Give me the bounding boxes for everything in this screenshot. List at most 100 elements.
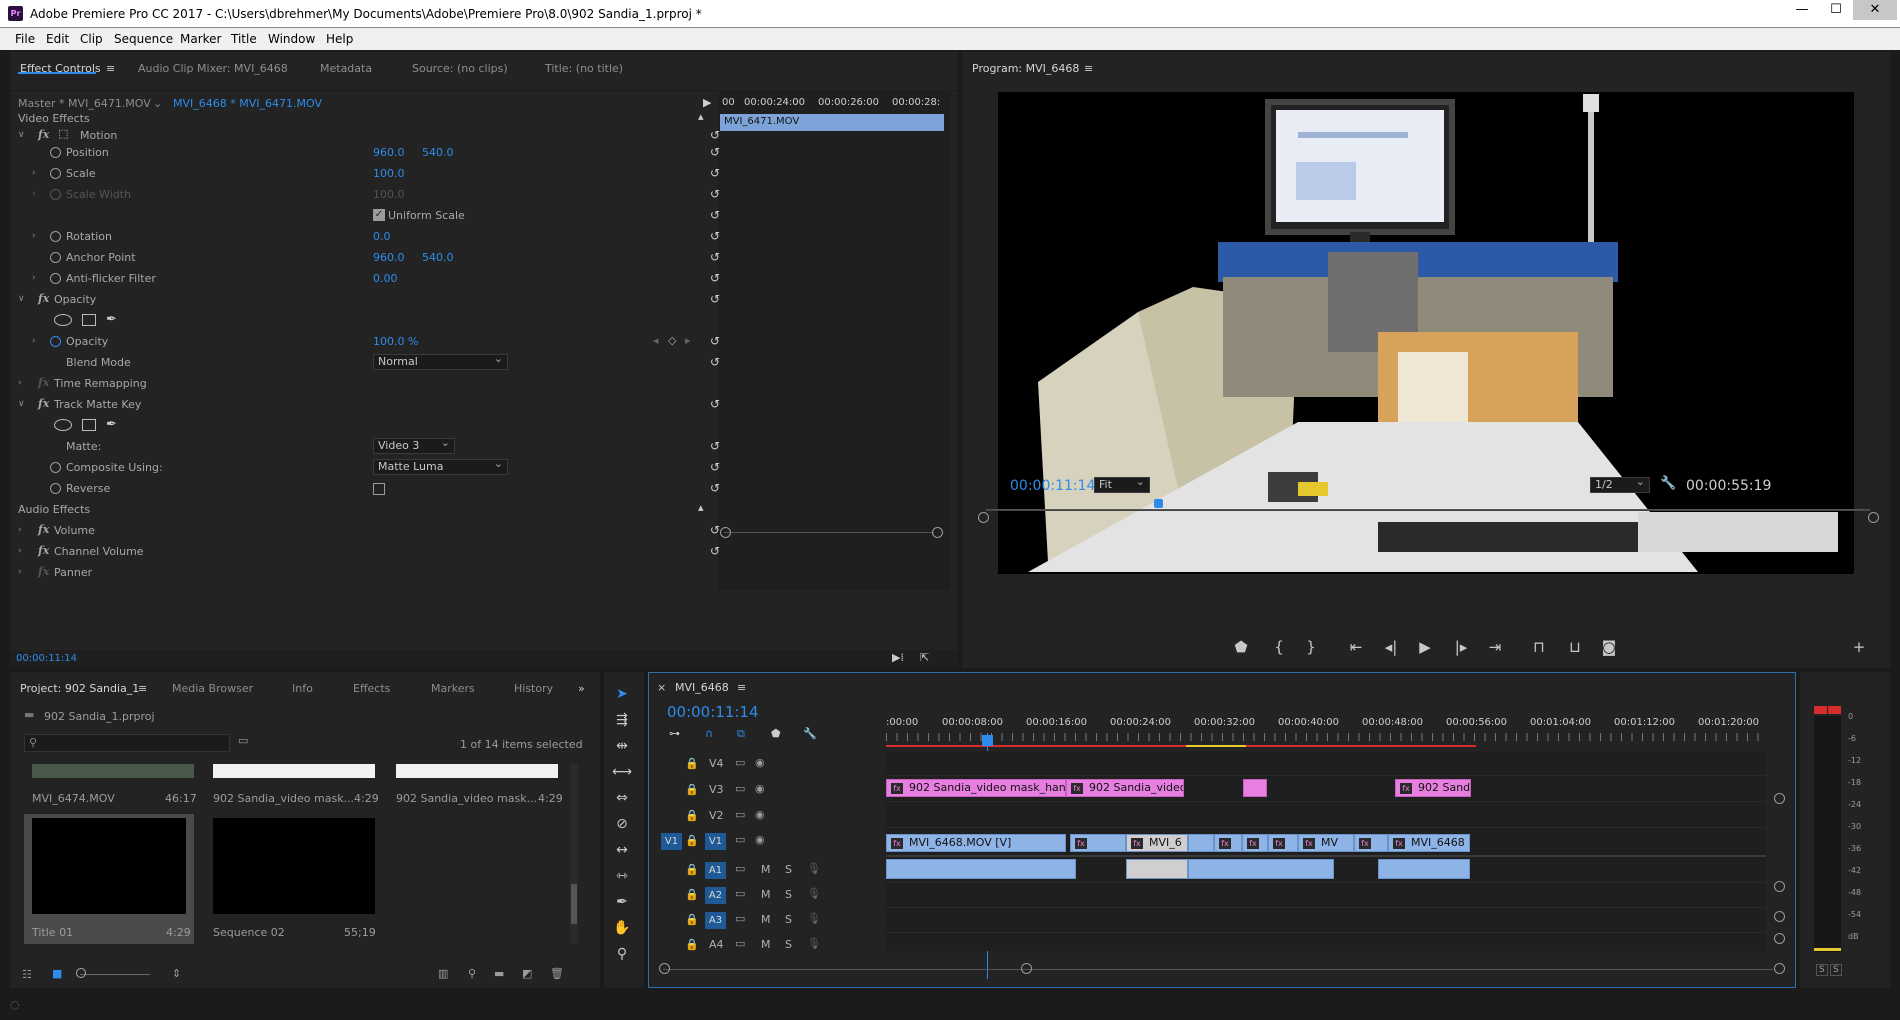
expand-triangle-icon[interactable]: › bbox=[32, 231, 36, 241]
zoom-handle-left[interactable] bbox=[659, 963, 670, 974]
item-name[interactable]: Sequence 02 bbox=[213, 926, 285, 939]
mute-button[interactable]: M bbox=[761, 888, 771, 901]
clip-v1[interactable]: fx MVI_6468 bbox=[1388, 834, 1470, 852]
rolling-edit-tool-icon[interactable]: ⟷ bbox=[612, 764, 632, 780]
project-search-input[interactable]: ⚲ bbox=[24, 734, 230, 752]
menu-marker[interactable]: Marker bbox=[180, 32, 221, 46]
reset-icon[interactable]: ↺ bbox=[710, 146, 723, 158]
menu-help[interactable]: Help bbox=[326, 32, 353, 46]
ripple-edit-tool-icon[interactable]: ⇹ bbox=[612, 738, 632, 754]
tab-media-browser[interactable]: Media Browser bbox=[172, 682, 253, 695]
lock-icon[interactable]: 🔒 bbox=[685, 834, 699, 847]
zoom-handle-end[interactable] bbox=[1774, 963, 1785, 974]
scale-value[interactable]: 100.0 bbox=[373, 167, 405, 180]
thumbnail[interactable] bbox=[213, 818, 375, 914]
ellipse-mask-icon[interactable] bbox=[54, 419, 72, 431]
add-marker-icon[interactable]: ⬟ bbox=[1230, 638, 1252, 656]
rectangle-mask-icon[interactable] bbox=[82, 419, 96, 431]
insert-overwrite-icon[interactable]: ⊶ bbox=[669, 727, 680, 740]
zoom-handle-left[interactable] bbox=[978, 512, 989, 523]
microphone-icon[interactable]: 🎙 bbox=[807, 887, 821, 900]
previous-keyframe-icon[interactable]: ◂ bbox=[653, 334, 659, 347]
play-icon[interactable]: ▶ bbox=[1414, 638, 1436, 656]
trash-icon[interactable]: 🗑 bbox=[550, 967, 564, 980]
chevron-down-icon[interactable]: ⌄ bbox=[153, 97, 162, 110]
close-sequence-icon[interactable]: × bbox=[657, 681, 666, 694]
timeline-ruler[interactable]: :00:00 00:00:08:00 00:00:16:00 00:00:24:… bbox=[886, 709, 1786, 749]
reset-icon[interactable]: ↺ bbox=[710, 356, 723, 368]
menu-sequence[interactable]: Sequence bbox=[114, 32, 173, 46]
reverse-checkbox[interactable] bbox=[373, 483, 385, 495]
sort-icon[interactable]: ⇕ bbox=[172, 967, 181, 980]
mini-clip-bar[interactable]: MVI_6471.MOV bbox=[720, 114, 944, 131]
eye-icon[interactable]: ◉ bbox=[755, 756, 765, 769]
audio-clip-a1[interactable] bbox=[1378, 859, 1470, 879]
automate-to-sequence-icon[interactable]: ▥ bbox=[438, 967, 448, 980]
solo-button[interactable]: S bbox=[785, 863, 792, 876]
opacity-value[interactable]: 100.0 % bbox=[373, 335, 418, 348]
reset-icon[interactable]: ↺ bbox=[710, 524, 723, 536]
step-forward-icon[interactable]: |▸ bbox=[1450, 638, 1472, 656]
track-area[interactable]: fx 902 Sandia_video mask_hand fx 902 Sandi… bbox=[886, 751, 1766, 951]
timeline-zoom-scrollbar[interactable] bbox=[663, 969, 1773, 970]
zoom-fit-dropdown[interactable]: Fit bbox=[1094, 475, 1150, 493]
wrench-icon[interactable]: 🔧 bbox=[1660, 476, 1676, 491]
reset-icon[interactable]: ↺ bbox=[710, 482, 723, 494]
tab-source[interactable]: Source: (no clips) bbox=[412, 62, 508, 75]
stopwatch-icon[interactable] bbox=[50, 462, 61, 473]
tab-history[interactable]: History bbox=[514, 682, 553, 695]
solo-button[interactable]: S bbox=[785, 938, 792, 951]
blend-mode-dropdown[interactable]: Normal bbox=[373, 352, 508, 370]
lift-icon[interactable]: ⊓ bbox=[1528, 638, 1550, 656]
clip-indicator-left[interactable] bbox=[1814, 706, 1827, 714]
collapse-icon[interactable]: ▴ bbox=[698, 110, 704, 123]
eye-icon[interactable]: ◉ bbox=[755, 833, 765, 846]
track-v4-label[interactable]: V4 bbox=[709, 757, 724, 770]
track-v1-label[interactable]: V1 bbox=[705, 833, 726, 850]
filter-icon[interactable]: ▶⁞ bbox=[892, 651, 904, 664]
fx-icon[interactable]: fx bbox=[38, 128, 49, 141]
lock-icon[interactable]: 🔒 bbox=[685, 913, 699, 926]
expand-triangle-icon[interactable]: › bbox=[18, 546, 22, 556]
microphone-icon[interactable]: 🎙 bbox=[807, 912, 821, 925]
uniform-scale-checkbox[interactable]: ✓ bbox=[373, 209, 385, 221]
sync-lock-icon[interactable]: ▭ bbox=[735, 887, 745, 900]
new-item-icon[interactable]: ◩ bbox=[522, 967, 532, 980]
export-frame-camera-icon[interactable]: ◙ bbox=[1598, 638, 1620, 656]
tab-sequence[interactable]: MVI_6468 bbox=[675, 681, 729, 694]
fx-icon[interactable]: fx bbox=[38, 523, 49, 536]
find-icon[interactable]: ⚲ bbox=[468, 967, 476, 980]
clip-v1[interactable]: fx bbox=[1268, 834, 1298, 852]
sync-lock-icon[interactable]: ▭ bbox=[735, 937, 745, 950]
fx-icon[interactable]: fx bbox=[38, 544, 49, 557]
menu-title[interactable]: Title bbox=[231, 32, 257, 46]
clip-v1[interactable]: fx bbox=[1214, 834, 1242, 852]
fx-icon[interactable]: fx bbox=[38, 292, 49, 305]
clip-v1[interactable]: fx bbox=[1070, 834, 1126, 852]
expand-triangle-icon[interactable]: › bbox=[18, 378, 22, 388]
pen-mask-icon[interactable]: ✒ bbox=[106, 312, 117, 327]
stopwatch-icon[interactable] bbox=[50, 336, 61, 347]
zoom-slider[interactable] bbox=[80, 974, 150, 975]
list-item-selected[interactable]: Title 01 4:29 bbox=[24, 814, 194, 944]
expand-triangle-icon[interactable]: › bbox=[18, 567, 22, 577]
lock-icon[interactable]: 🔒 bbox=[685, 757, 699, 770]
vertical-zoom-handle[interactable] bbox=[1774, 881, 1785, 892]
track-v3-label[interactable]: V3 bbox=[709, 783, 724, 796]
tab-project[interactable]: Project: 902 Sandia_1 bbox=[20, 682, 139, 695]
clip-v3[interactable]: fx 902 Sandia_video mask_hand bbox=[886, 779, 1066, 797]
reset-icon[interactable]: ↺ bbox=[710, 335, 723, 347]
solo-button[interactable]: S bbox=[785, 913, 792, 926]
panel-menu-icon[interactable]: ≡ bbox=[1084, 62, 1093, 75]
stopwatch-icon[interactable] bbox=[50, 273, 61, 284]
thumbnail[interactable] bbox=[396, 764, 558, 778]
expand-triangle-icon[interactable]: ∨ bbox=[18, 399, 25, 409]
selection-tool-icon[interactable]: ➤ bbox=[612, 686, 632, 702]
reset-icon[interactable]: ↺ bbox=[710, 209, 723, 221]
lock-icon[interactable]: 🔒 bbox=[685, 809, 699, 822]
item-name[interactable]: 902 Sandia_video mask... bbox=[213, 792, 354, 805]
clip-v1[interactable]: fx bbox=[1242, 834, 1268, 852]
track-a2-label[interactable]: A2 bbox=[705, 887, 726, 904]
audio-clip-a1[interactable] bbox=[1188, 859, 1334, 879]
audio-clip-a1[interactable] bbox=[886, 859, 1076, 879]
